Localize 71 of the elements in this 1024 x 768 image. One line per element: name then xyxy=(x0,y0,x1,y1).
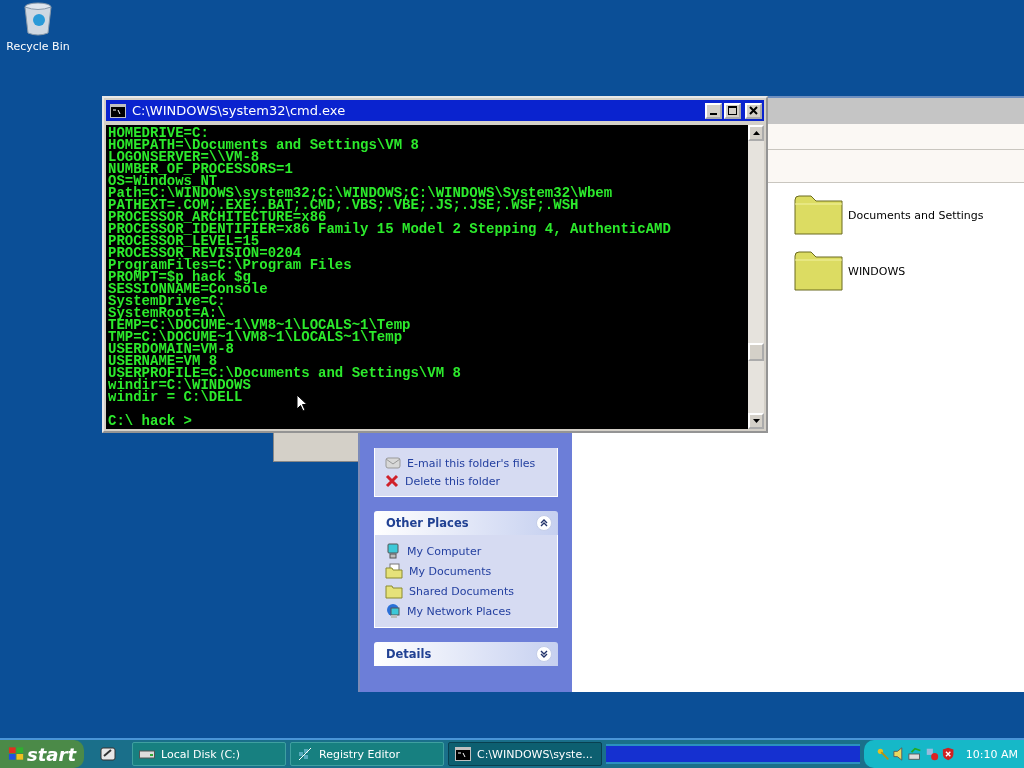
console-icon xyxy=(455,747,471,761)
console-line: HOMEDRIVE=C: xyxy=(108,127,209,139)
console-line: PROCESSOR_REVISION=0204 xyxy=(108,247,302,259)
console-line: USERDOMAIN=VM-8 xyxy=(108,343,235,355)
minimize-button[interactable] xyxy=(705,102,722,119)
place-link[interactable]: My Computer xyxy=(407,544,482,558)
mouse-pointer-icon xyxy=(296,394,308,412)
desktop-icon-label[interactable]: Recycle Bin xyxy=(6,40,70,53)
minimize-icon xyxy=(710,112,717,115)
console-line: OS=Windows_NT xyxy=(108,175,218,187)
console-line: USERPROFILE=C:\Documents and Settings\VM 8 xyxy=(108,367,461,379)
registry-icon xyxy=(297,746,313,762)
documents-folder-icon xyxy=(385,563,403,579)
console-line: Path=C:\WINDOWS\system32;C:\WINDOWS;C:\WINDOWS\System32\Wbem xyxy=(108,187,613,199)
maximize-button[interactable] xyxy=(724,102,741,119)
start-button[interactable]: start xyxy=(0,740,84,768)
folder-icon[interactable] xyxy=(794,195,844,235)
close-icon xyxy=(749,106,758,115)
panel-header[interactable]: Other Places xyxy=(374,511,558,535)
console-line: NUMBER_OF_PROCESSORS=1 xyxy=(108,163,293,175)
console-line: TEMP=C:\DOCUME~1\VM8~1\LOCALS~1\Temp xyxy=(108,319,411,331)
maximize-icon xyxy=(728,106,737,115)
computer-icon xyxy=(385,543,401,559)
panel-header[interactable]: Details xyxy=(374,642,558,666)
console-line: SESSIONNAME=Console xyxy=(108,283,268,295)
desktop-shortcut-icon[interactable] xyxy=(100,746,116,762)
folder-icon xyxy=(385,583,403,599)
recycle-bin-icon[interactable] xyxy=(23,2,53,36)
console-line: PATHEXT=.COM;.EXE;.BAT;.CMD;.VBS;.VBE;.JS;.JSE;.WSF;.WSH xyxy=(108,199,579,211)
window-title: C:\WINDOWS\system32\cmd.exe xyxy=(132,103,347,118)
scrollbar[interactable] xyxy=(748,125,764,429)
network-icon[interactable] xyxy=(908,746,923,762)
folder-label[interactable]: WINDOWS xyxy=(848,264,906,278)
console-line: LOGONSERVER=\\VM-8 xyxy=(108,151,260,163)
console-line: TMP=C:\DOCUME~1\VM8~1\LOCALS~1\Temp xyxy=(108,331,403,343)
scroll-down-icon[interactable] xyxy=(752,419,760,423)
scrollbar-thumb[interactable] xyxy=(748,343,764,361)
console-line: SystemDrive=C: xyxy=(108,295,226,307)
windows-flag-icon xyxy=(8,746,26,762)
console-line: HOMEPATH=\Documents and Settings\VM 8 xyxy=(108,139,419,151)
taskbar-button[interactable]: Registry Editor xyxy=(290,742,444,766)
network-warning-icon[interactable] xyxy=(925,746,940,762)
taskbar-button[interactable]: Local Disk (C:) xyxy=(132,742,286,766)
console-icon xyxy=(110,103,126,118)
network-icon xyxy=(385,603,401,619)
delete-icon xyxy=(385,474,399,488)
console-line: PROMPT=$p hack $g xyxy=(108,271,251,283)
scroll-up-icon[interactable] xyxy=(752,131,760,135)
folder-icon[interactable] xyxy=(794,251,844,291)
task-link[interactable]: E-mail this folder's files xyxy=(407,456,536,470)
console-line: windir = C:\DELL xyxy=(108,391,243,403)
console-line: PROCESSOR_IDENTIFIER=x86 Family 15 Model 2 Stepping 4, AuthenticAMD xyxy=(108,223,671,235)
shield-icon[interactable] xyxy=(942,746,955,762)
expand-icon[interactable] xyxy=(536,646,552,662)
place-link[interactable]: Shared Documents xyxy=(409,584,514,598)
drive-icon xyxy=(139,749,155,759)
console-line: SystemRoot=A:\ xyxy=(108,307,226,319)
envelope-icon xyxy=(385,456,401,470)
command-prompt[interactable]: C:\ hack > xyxy=(108,415,192,427)
close-button[interactable] xyxy=(745,102,762,119)
console-line: USERNAME=VM 8 xyxy=(108,355,218,367)
collapse-icon[interactable] xyxy=(536,515,552,531)
console-line: windir=C:\WINDOWS xyxy=(108,379,251,391)
place-link[interactable]: My Network Places xyxy=(407,604,511,618)
console-line: PROCESSOR_LEVEL=15 xyxy=(108,235,260,247)
folder-label[interactable]: Documents and Settings xyxy=(848,208,984,222)
console-line: ProgramFiles=C:\Program Files xyxy=(108,259,352,271)
taskbar-button[interactable]: C:\WINDOWS\syste... xyxy=(448,742,602,766)
console-line: PROCESSOR_ARCHITECTURE=x86 xyxy=(108,211,327,223)
place-link[interactable]: My Documents xyxy=(409,564,492,578)
task-link[interactable]: Delete this folder xyxy=(405,474,501,488)
